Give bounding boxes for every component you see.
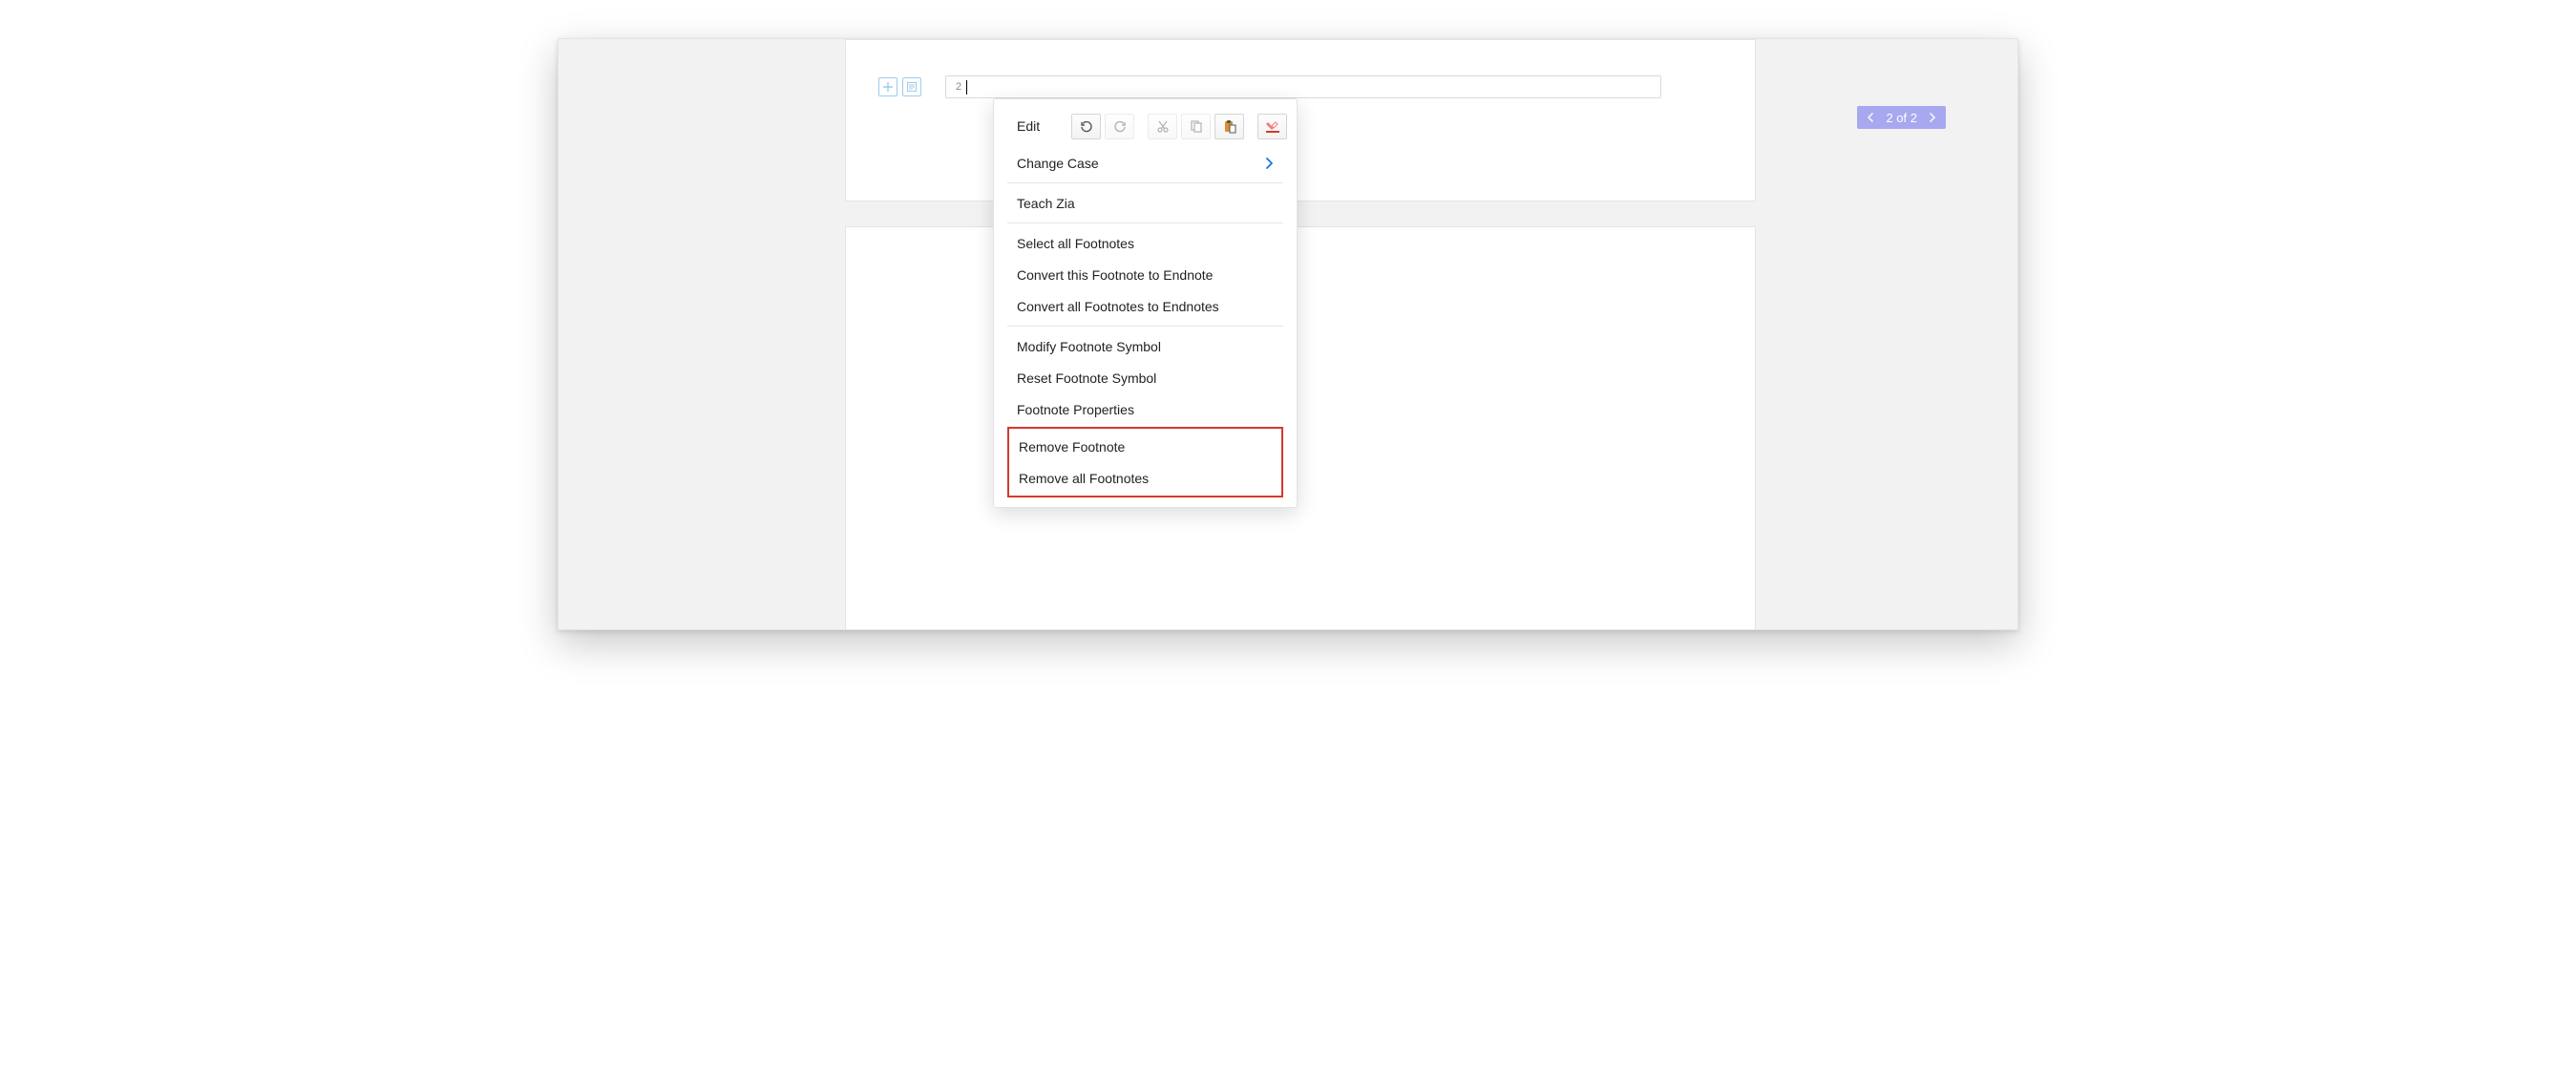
menu-modify-symbol-label: Modify Footnote Symbol <box>1017 339 1161 354</box>
edit-label: Edit <box>1017 118 1040 134</box>
document-page-fragment-bottom <box>845 226 1756 630</box>
paste-button[interactable] <box>1214 114 1244 139</box>
menu-change-case-label: Change Case <box>1017 156 1099 171</box>
edit-toolbar-row: Edit <box>994 105 1297 147</box>
menu-convert-this-label: Convert this Footnote to Endnote <box>1017 267 1213 283</box>
undo-button[interactable] <box>1071 114 1101 139</box>
menu-teach-zia-label: Teach Zia <box>1017 196 1075 211</box>
menu-modify-symbol[interactable]: Modify Footnote Symbol <box>994 330 1297 362</box>
page-layout-icon[interactable] <box>902 77 921 96</box>
pager-next-icon[interactable] <box>1927 112 1938 123</box>
menu-remove-all-footnotes[interactable]: Remove all Footnotes <box>1009 462 1281 494</box>
document-page-fragment-top <box>845 39 1756 201</box>
menu-divider <box>1007 222 1283 223</box>
menu-divider <box>1007 182 1283 183</box>
edit-toolbar <box>1071 114 1287 139</box>
menu-reset-symbol-label: Reset Footnote Symbol <box>1017 370 1156 386</box>
menu-reset-symbol[interactable]: Reset Footnote Symbol <box>994 362 1297 393</box>
menu-remove-footnote[interactable]: Remove Footnote <box>1009 431 1281 462</box>
add-element-icon[interactable] <box>878 77 897 96</box>
menu-convert-all[interactable]: Convert all Footnotes to Endnotes <box>994 290 1297 322</box>
menu-select-all-label: Select all Footnotes <box>1017 236 1134 251</box>
redo-button[interactable] <box>1105 114 1134 139</box>
find-result-pager: 2 of 2 <box>1857 106 1946 129</box>
menu-remove-all-label: Remove all Footnotes <box>1019 471 1149 486</box>
highlighted-menu-group: Remove Footnote Remove all Footnotes <box>1007 427 1283 497</box>
pager-prev-icon[interactable] <box>1865 112 1876 123</box>
pager-label: 2 of 2 <box>1886 111 1917 125</box>
footnote-number: 2 <box>956 81 961 93</box>
copy-button[interactable] <box>1181 114 1211 139</box>
menu-change-case[interactable]: Change Case <box>994 147 1297 179</box>
menu-divider <box>1007 326 1283 327</box>
menu-select-all-footnotes[interactable]: Select all Footnotes <box>994 227 1297 259</box>
menu-remove-label: Remove Footnote <box>1019 439 1125 455</box>
menu-teach-zia[interactable]: Teach Zia <box>994 187 1297 219</box>
menu-convert-all-label: Convert all Footnotes to Endnotes <box>1017 299 1219 314</box>
cut-button[interactable] <box>1148 114 1177 139</box>
footnote-editor[interactable]: 2 <box>945 75 1661 98</box>
text-cursor <box>966 80 967 95</box>
chevron-right-icon <box>1265 158 1274 169</box>
app-frame: 2 2 of 2 Edit <box>558 38 2018 630</box>
menu-convert-this[interactable]: Convert this Footnote to Endnote <box>994 259 1297 290</box>
page-margin-controls <box>878 77 921 96</box>
footnote-context-menu: Edit <box>993 98 1298 508</box>
menu-footnote-properties[interactable]: Footnote Properties <box>994 393 1297 425</box>
menu-properties-label: Footnote Properties <box>1017 402 1134 417</box>
clear-formatting-button[interactable] <box>1257 114 1287 139</box>
